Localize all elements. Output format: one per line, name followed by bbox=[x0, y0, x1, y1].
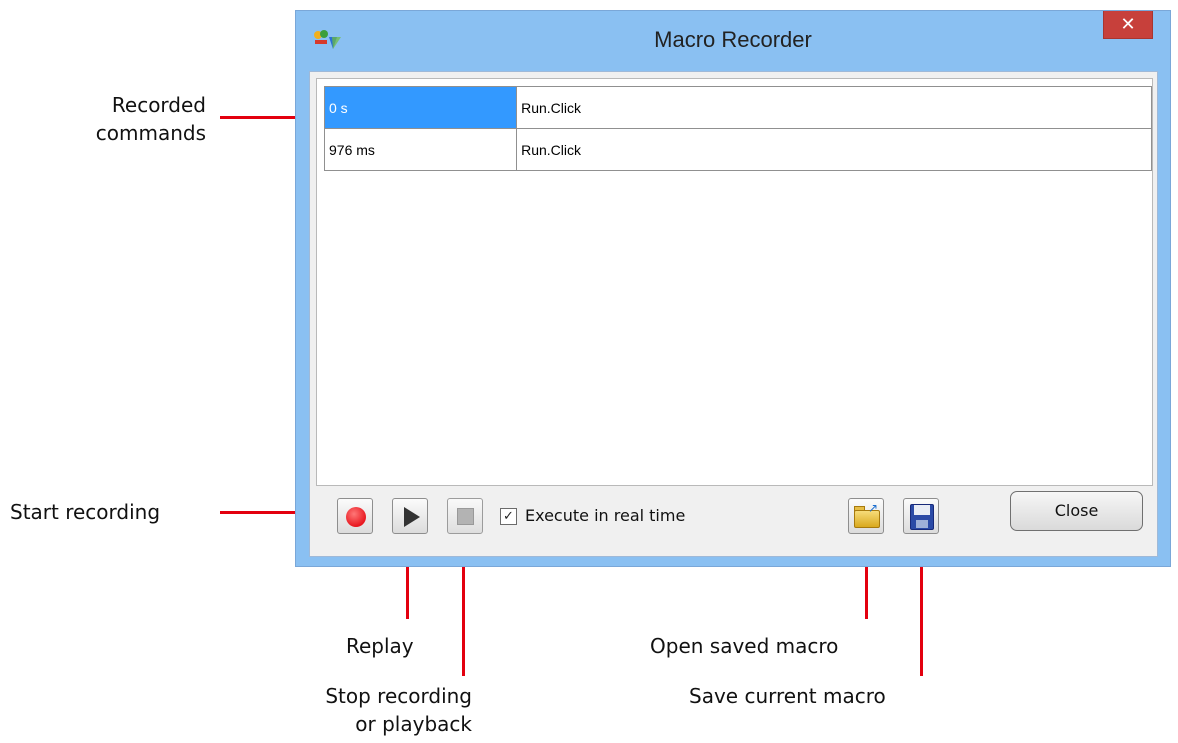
command-name-cell[interactable]: Run.Click bbox=[516, 128, 1152, 171]
open-arrow-icon: ↗ bbox=[868, 501, 879, 515]
callout-save-current: Save current macro bbox=[689, 684, 886, 708]
replay-button[interactable] bbox=[392, 498, 428, 534]
callout-recorded-line1: Recorded bbox=[111, 93, 206, 117]
callout-replay: Replay bbox=[346, 634, 414, 658]
floppy-disk-shutter bbox=[916, 520, 928, 528]
start-recording-button[interactable] bbox=[337, 498, 373, 534]
macro-recorder-window: Macro Recorder ✕ 0 s Run.Click 976 ms Ru… bbox=[295, 10, 1171, 567]
callout-recorded-line2: commands bbox=[95, 121, 206, 145]
window-close-button[interactable]: ✕ bbox=[1103, 11, 1153, 39]
floppy-disk-label bbox=[914, 505, 930, 515]
command-time-cell[interactable]: 976 ms bbox=[323, 128, 518, 171]
table-row[interactable]: 976 ms Run.Click bbox=[323, 128, 1152, 171]
command-time-cell[interactable]: 0 s bbox=[323, 86, 518, 129]
title-bar[interactable]: Macro Recorder ✕ bbox=[296, 11, 1170, 71]
command-name-cell[interactable]: Run.Click bbox=[516, 86, 1152, 129]
stop-button[interactable] bbox=[447, 498, 483, 534]
save-macro-button[interactable] bbox=[903, 498, 939, 534]
execute-realtime-label[interactable]: Execute in real time bbox=[525, 506, 685, 525]
callout-stop-line2: or playback bbox=[355, 712, 472, 736]
window-title: Macro Recorder bbox=[654, 27, 812, 52]
callout-open-saved: Open saved macro bbox=[650, 634, 839, 658]
record-icon bbox=[346, 507, 366, 527]
callout-start-recording: Start recording bbox=[10, 500, 161, 524]
commands-table: 0 s Run.Click 976 ms Run.Click bbox=[323, 86, 1152, 171]
open-macro-button[interactable]: ↗ bbox=[848, 498, 884, 534]
callout-recorded-commands: Recorded commands bbox=[86, 91, 206, 147]
dialog-client-area: 0 s Run.Click 976 ms Run.Click ✓ Execute… bbox=[309, 71, 1158, 557]
recorded-commands-list[interactable]: 0 s Run.Click 976 ms Run.Click bbox=[316, 78, 1153, 486]
pointer-line-recorded bbox=[220, 116, 305, 119]
stop-icon bbox=[457, 508, 474, 525]
close-button[interactable]: Close bbox=[1010, 491, 1143, 531]
play-icon bbox=[404, 507, 420, 527]
callout-stop: Stop recording or playback bbox=[302, 682, 472, 738]
execute-realtime-checkbox[interactable]: ✓ bbox=[500, 508, 517, 525]
callout-stop-line1: Stop recording bbox=[325, 684, 472, 708]
table-row[interactable]: 0 s Run.Click bbox=[323, 86, 1152, 129]
